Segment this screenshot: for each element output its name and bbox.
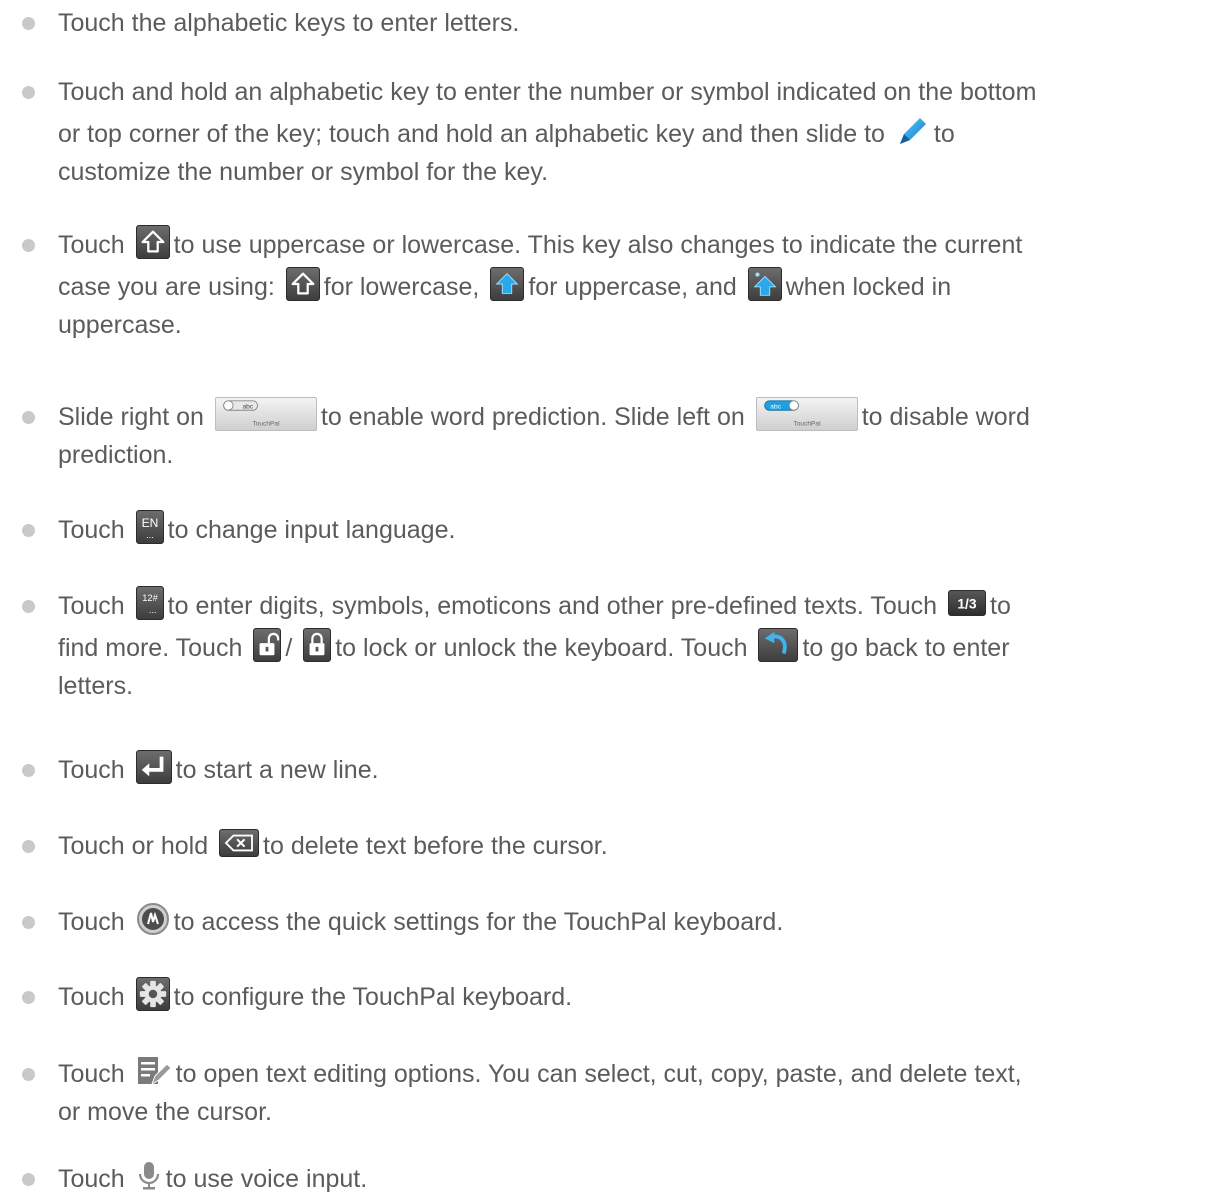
item-text-segment: to disable word	[861, 403, 1030, 431]
shift-icon	[285, 267, 320, 302]
language-key-icon: EN...	[135, 510, 164, 545]
quick-settings-icon	[136, 902, 170, 936]
page-indicator-icon: 1/3	[948, 590, 987, 617]
item-text-segment: /	[285, 634, 300, 662]
delete-key-icon	[219, 829, 260, 858]
item-text: Touch and hold an alphabetic key to ente…	[58, 73, 1210, 191]
item-text-segment: to start a new line.	[175, 756, 379, 784]
item-text-segment: to use voice input.	[165, 1165, 368, 1193]
bullet	[22, 17, 35, 30]
symbol-key-label: 12#	[142, 594, 158, 604]
bullet	[22, 916, 35, 929]
item-text-segment: to enable word prediction. Slide left on	[320, 403, 752, 431]
gear-icon	[135, 977, 170, 1012]
item-text-segment: Slide right on	[58, 403, 211, 431]
svg-text:...: ...	[146, 531, 154, 541]
item-text-segment: or top corner of the key; touch and hold…	[58, 120, 892, 148]
item-text-segment: Touch	[58, 516, 132, 544]
bullet	[22, 524, 35, 537]
item-text-segment: Touch the alphabetic keys to enter lette…	[58, 9, 520, 37]
item-text-segment: Touch or hold	[58, 832, 216, 860]
item-text-segment: Touch	[58, 983, 132, 1011]
item-text-segment: to delete text before the cursor.	[263, 832, 608, 860]
item-text-segment: Touch	[58, 592, 132, 620]
bullet	[22, 1173, 35, 1186]
text-edit-icon	[136, 1054, 172, 1088]
item-text-segment: to configure the TouchPal keyboard.	[173, 983, 573, 1011]
bullet	[22, 991, 35, 1004]
bullet	[22, 239, 35, 252]
word-prediction-on-toggle-icon: abc TouchPal	[755, 397, 858, 432]
item-text: Touch to configure the TouchPal keyboard…	[58, 977, 1210, 1016]
symbols-key-icon: 12#...	[135, 586, 164, 621]
lock-icon	[303, 628, 332, 663]
bullet	[22, 764, 35, 777]
language-key-label: EN	[141, 516, 158, 530]
item-text: Touch to start a new line.	[58, 750, 1210, 789]
bullet	[22, 1068, 35, 1081]
item-text: Touch to use uppercase or lowercase. Thi…	[58, 225, 1210, 344]
bullet	[22, 411, 35, 424]
item-text-segment: when locked in	[785, 273, 952, 301]
item-text: Touch to open text editing options. You …	[58, 1055, 1210, 1131]
item-text-segment: to	[933, 120, 955, 148]
item-text-segment: uppercase.	[58, 311, 182, 339]
shift-locked-icon	[747, 267, 782, 302]
page-key-label: 1/3	[957, 596, 977, 612]
item-text-segment: to	[990, 592, 1011, 620]
word-prediction-off-toggle-icon: abc TouchPal	[214, 397, 317, 432]
item-text-segment: for lowercase,	[323, 273, 487, 301]
item-text-segment: to lock or unlock the keyboard. Touch	[335, 634, 755, 662]
item-text: Touch to access the quick settings for t…	[58, 903, 1210, 941]
item-text: Touch EN... to change input language.	[58, 510, 1210, 549]
item-text-segment: prediction.	[58, 441, 174, 469]
item-text-segment: or move the cursor.	[58, 1098, 272, 1126]
bullet	[22, 600, 35, 613]
item-text: Touch or hold to delete text before the …	[58, 827, 1210, 865]
toggle-text: abc	[242, 404, 253, 411]
item-text-segment: Touch and hold an alphabetic key to ente…	[58, 78, 1037, 106]
item-text-segment: find more. Touch	[58, 634, 250, 662]
bullet	[22, 840, 35, 853]
back-arrow-icon	[758, 628, 799, 663]
item-text-segment: to use uppercase or lowercase. This key …	[173, 231, 1023, 259]
item-text-segment: for uppercase, and	[528, 273, 744, 301]
bullet	[22, 86, 35, 99]
item-text-segment: Touch	[58, 756, 132, 784]
item-text: Touch the alphabetic keys to enter lette…	[58, 4, 1210, 42]
shift-uppercase-icon	[490, 267, 525, 302]
item-text-segment: to enter digits, symbols, emoticons and …	[167, 592, 945, 620]
item-text-segment: Touch	[58, 908, 132, 936]
toggle-brand: TouchPal	[793, 421, 821, 428]
item-text-segment: case you are using:	[58, 273, 282, 301]
item-text-segment: customize the number or symbol for the k…	[58, 158, 549, 186]
unlock-icon	[253, 628, 282, 663]
toggle-brand: TouchPal	[252, 421, 280, 428]
item-text: Touch 12#... to enter digits, symbols, em…	[58, 586, 1210, 705]
item-text-segment: letters.	[58, 672, 134, 700]
svg-text:...: ...	[149, 606, 157, 616]
pencil-icon	[896, 114, 930, 148]
shift-icon	[135, 225, 170, 260]
item-text-segment: to change input language.	[167, 516, 456, 544]
item-text-segment: Touch	[58, 231, 132, 259]
toggle-text: abc	[770, 404, 781, 411]
enter-key-icon	[135, 750, 172, 785]
item-text-segment: Touch	[58, 1165, 132, 1193]
item-text: Touch to use voice input.	[58, 1160, 1210, 1198]
item-text-segment: to open text editing options. You can se…	[175, 1060, 1022, 1088]
item-text-segment: Touch	[58, 1060, 132, 1088]
item-text-segment: to go back to enter	[802, 634, 1010, 662]
item-text-segment: to access the quick settings for the Tou…	[173, 908, 784, 936]
item-text: Slide right on abc TouchPal to enable word…	[58, 397, 1210, 474]
microphone-icon	[136, 1159, 162, 1193]
